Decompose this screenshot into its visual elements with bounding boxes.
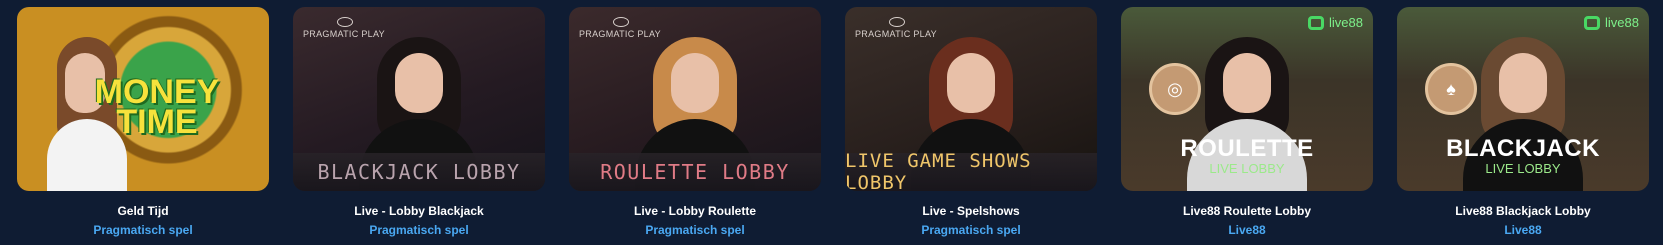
- thumbnail-banner: BLACKJACK LOBBY: [293, 153, 545, 191]
- roulette-wheel-icon: ◎: [1149, 63, 1201, 115]
- game-card[interactable]: PRAGMATIC PLAY ROULETTE LOBBY Live - Lob…: [569, 7, 821, 237]
- game-card[interactable]: PRAGMATIC PLAY LIVE GAME SHOWS LOBBY Liv…: [845, 7, 1097, 237]
- game-provider[interactable]: Pragmatisch spel: [921, 223, 1020, 237]
- thumbnail-banner: ROULETTE LOBBY: [569, 153, 821, 191]
- live88-mark-icon: [1308, 15, 1325, 30]
- game-card[interactable]: live88 ♠ BLACKJACK LIVE LOBBY Live88 Bla…: [1397, 7, 1649, 237]
- live88-mark-icon: [1584, 15, 1601, 30]
- game-title[interactable]: Live - Spelshows: [922, 204, 1019, 218]
- game-card[interactable]: PRAGMATIC PLAY BLACKJACK LOBBY Live - Lo…: [293, 7, 545, 237]
- live88-logo: live88: [1308, 15, 1363, 30]
- game-thumbnail[interactable]: PRAGMATIC PLAY ROULETTE LOBBY: [569, 7, 821, 191]
- game-provider[interactable]: Live88: [1228, 223, 1265, 237]
- game-thumbnail[interactable]: live88 ♠ BLACKJACK LIVE LOBBY: [1397, 7, 1649, 191]
- thumbnail-banner: LIVE GAME SHOWS LOBBY: [845, 150, 1097, 191]
- game-card[interactable]: live88 ◎ ROULETTE LIVE LOBBY Live88 Roul…: [1121, 7, 1373, 237]
- game-title[interactable]: Live - Lobby Roulette: [634, 204, 756, 218]
- game-title[interactable]: Live - Lobby Blackjack: [354, 204, 483, 218]
- thumbnail-title: BLACKJACK: [1446, 135, 1600, 162]
- game-thumbnail[interactable]: MONEY TIME: [17, 7, 269, 191]
- thumbnail-subtitle: LIVE LOBBY: [1209, 161, 1285, 176]
- money-time-logo: MONEY TIME: [94, 73, 220, 141]
- game-title[interactable]: Live88 Roulette Lobby: [1183, 204, 1311, 218]
- thumbnail-title: ROULETTE: [1180, 135, 1314, 162]
- game-grid: MONEY TIME Geld Tijd Pragmatisch spel PR…: [17, 7, 1649, 237]
- game-provider[interactable]: Live88: [1504, 223, 1541, 237]
- game-title[interactable]: Geld Tijd: [117, 204, 168, 218]
- game-thumbnail[interactable]: live88 ◎ ROULETTE LIVE LOBBY: [1121, 7, 1373, 191]
- crown-icon: [337, 17, 353, 27]
- game-thumbnail[interactable]: PRAGMATIC PLAY LIVE GAME SHOWS LOBBY: [845, 7, 1097, 191]
- game-title[interactable]: Live88 Blackjack Lobby: [1455, 204, 1590, 218]
- crown-icon: [613, 17, 629, 27]
- live88-logo: live88: [1584, 15, 1639, 30]
- game-provider[interactable]: Pragmatisch spel: [369, 223, 468, 237]
- thumbnail-subtitle: LIVE LOBBY: [1485, 161, 1561, 176]
- cards-21-icon: ♠: [1425, 63, 1477, 115]
- game-provider[interactable]: Pragmatisch spel: [645, 223, 744, 237]
- game-card[interactable]: MONEY TIME Geld Tijd Pragmatisch spel: [17, 7, 269, 237]
- game-provider[interactable]: Pragmatisch spel: [93, 223, 192, 237]
- game-thumbnail[interactable]: PRAGMATIC PLAY BLACKJACK LOBBY: [293, 7, 545, 191]
- crown-icon: [889, 17, 905, 27]
